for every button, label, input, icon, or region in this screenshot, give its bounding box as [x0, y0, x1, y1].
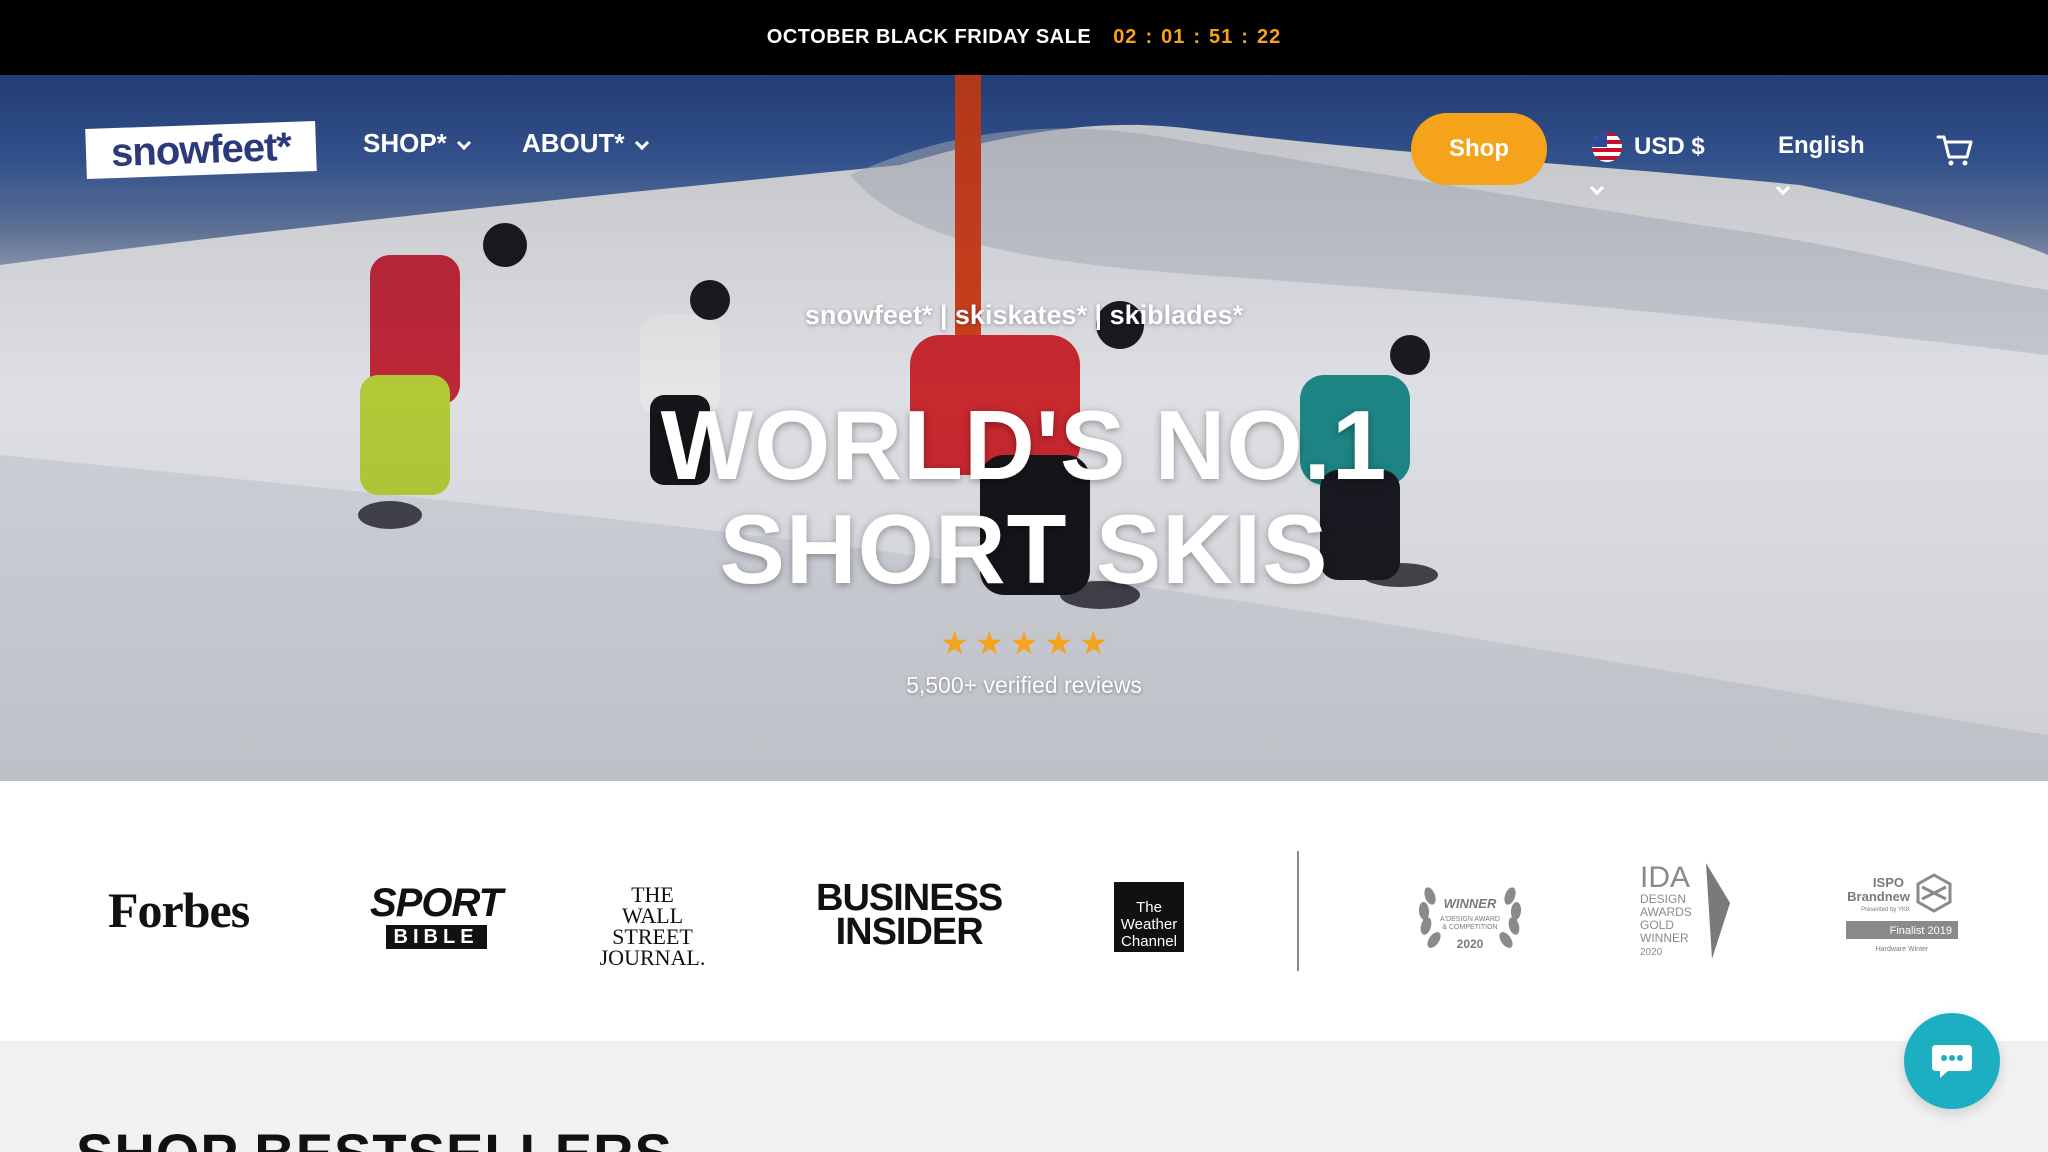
award-text: WINNER [1640, 931, 1689, 945]
business-insider-logo: BUSINESS INSIDER [816, 877, 1003, 953]
logo-text: snowfeet* [110, 124, 292, 175]
currency-label: USD $ [1634, 133, 1705, 160]
award-text: 2020 [1457, 937, 1484, 951]
reviews-count: 5,500+ verified reviews [906, 672, 1142, 698]
forbes-logo: Forbes [108, 882, 250, 938]
wsj-line: JOURNAL. [599, 945, 706, 970]
award-text: A'DESIGN AWARD [1440, 916, 1500, 923]
press-divider [1297, 851, 1299, 971]
star-icon: ★ [1044, 625, 1074, 661]
weather-line: The [1136, 898, 1162, 916]
chat-button[interactable] [1904, 1013, 2000, 1109]
countdown-sep: : [1241, 26, 1249, 48]
ida-award-badge: IDA DESIGN AWARDS GOLD WINNER 2020 [1640, 861, 1730, 959]
rating-stars: ★ ★ ★ ★ ★ [0, 627, 2048, 659]
countdown-timer: 02 : 01 : 51 : 22 [1113, 26, 1281, 49]
nav-shop-label: SHOP* [363, 128, 447, 158]
sportbible-logo-top: SPORT [370, 881, 503, 925]
nav-about-label: ABOUT* [522, 128, 625, 158]
hero-section: snowfeet* SHOP* ABOUT* Shop USD $ Englis… [0, 75, 2048, 781]
chat-bubble-icon [1932, 1045, 1972, 1078]
nav-shop[interactable]: SHOP* [363, 128, 471, 159]
countdown-sep: : [1145, 26, 1154, 48]
star-icon: ★ [974, 625, 1004, 661]
bestsellers-heading: SHOP BESTSELLERS [76, 1121, 673, 1152]
weather-channel-logo: The Weather Channel [1114, 882, 1184, 952]
award-text: GOLD [1640, 918, 1674, 932]
star-icon: ★ [1009, 625, 1039, 661]
hero-headline: WORLD'S NO.1 SHORT SKIS [0, 393, 2048, 601]
sale-text: OCTOBER BLACK FRIDAY SALE [766, 26, 1092, 48]
sportbible-logo: SPORT BIBLE [370, 881, 503, 949]
award-text: AWARDS [1640, 905, 1692, 919]
weather-line: Weather [1120, 915, 1178, 933]
press-strip: Forbes SPORT BIBLE THE WALL STREET JOURN… [0, 781, 2048, 1041]
award-text: Presented by YKK [1861, 907, 1910, 913]
star-icon: ★ [1079, 625, 1108, 661]
bestsellers-section: SHOP BESTSELLERS [0, 1041, 2048, 1152]
countdown-days: 02 [1113, 26, 1138, 48]
wsj-line: WALL STREET [612, 903, 693, 949]
hero-tagline: snowfeet* | skiskates* | skiblades* [804, 300, 1244, 330]
award-text: 2020 [1640, 947, 1663, 958]
countdown-minutes: 51 [1209, 26, 1234, 48]
headline-line-1: WORLD'S NO.1 [660, 390, 1388, 500]
headline-line-2: SHORT SKIS [719, 494, 1329, 604]
star-icon: ★ [940, 625, 969, 661]
bi-line: INSIDER [835, 911, 984, 953]
cart-icon[interactable] [1935, 129, 1975, 169]
award-text: Finalist 2019 [1890, 925, 1952, 937]
award-text: WINNER [1444, 896, 1497, 911]
us-flag-icon [1592, 132, 1622, 162]
chevron-down-icon [456, 135, 471, 150]
countdown-hours: 01 [1161, 26, 1186, 48]
nav-about[interactable]: ABOUT* [522, 128, 649, 159]
chevron-down-icon [634, 135, 649, 150]
wsj-line: THE [631, 882, 674, 907]
countdown-sep: : [1193, 26, 1202, 48]
wsj-logo: THE WALL STREET JOURNAL. [595, 882, 710, 970]
award-text: & COMPETITION [1442, 924, 1497, 931]
adesign-award-badge: WINNER A'DESIGN AWARD & COMPETITION 2020 [1418, 887, 1522, 951]
award-text: IDA [1640, 861, 1690, 894]
shop-button[interactable]: Shop [1411, 113, 1547, 185]
language-label: English [1778, 132, 1865, 159]
countdown-seconds: 22 [1256, 26, 1282, 48]
award-text: Hardware Winter [1876, 946, 1929, 953]
bi-line: BUSINESS [816, 877, 1003, 919]
award-text: ISPO [1873, 875, 1904, 890]
award-text: DESIGN [1640, 892, 1686, 906]
announcement-bar: OCTOBER BLACK FRIDAY SALE 02 : 01 : 51 :… [0, 0, 2048, 75]
currency-selector[interactable]: USD $ [1589, 132, 1705, 196]
site-logo[interactable]: snowfeet* [85, 121, 317, 179]
award-text: Brandnew [1847, 889, 1911, 904]
ispo-award-badge: ISPO Brandnew Presented by YKK Finalist … [1846, 873, 1958, 953]
language-selector[interactable]: English [1775, 132, 1865, 196]
sportbible-logo-bottom: BIBLE [385, 925, 487, 949]
weather-line: Channel [1121, 932, 1177, 950]
